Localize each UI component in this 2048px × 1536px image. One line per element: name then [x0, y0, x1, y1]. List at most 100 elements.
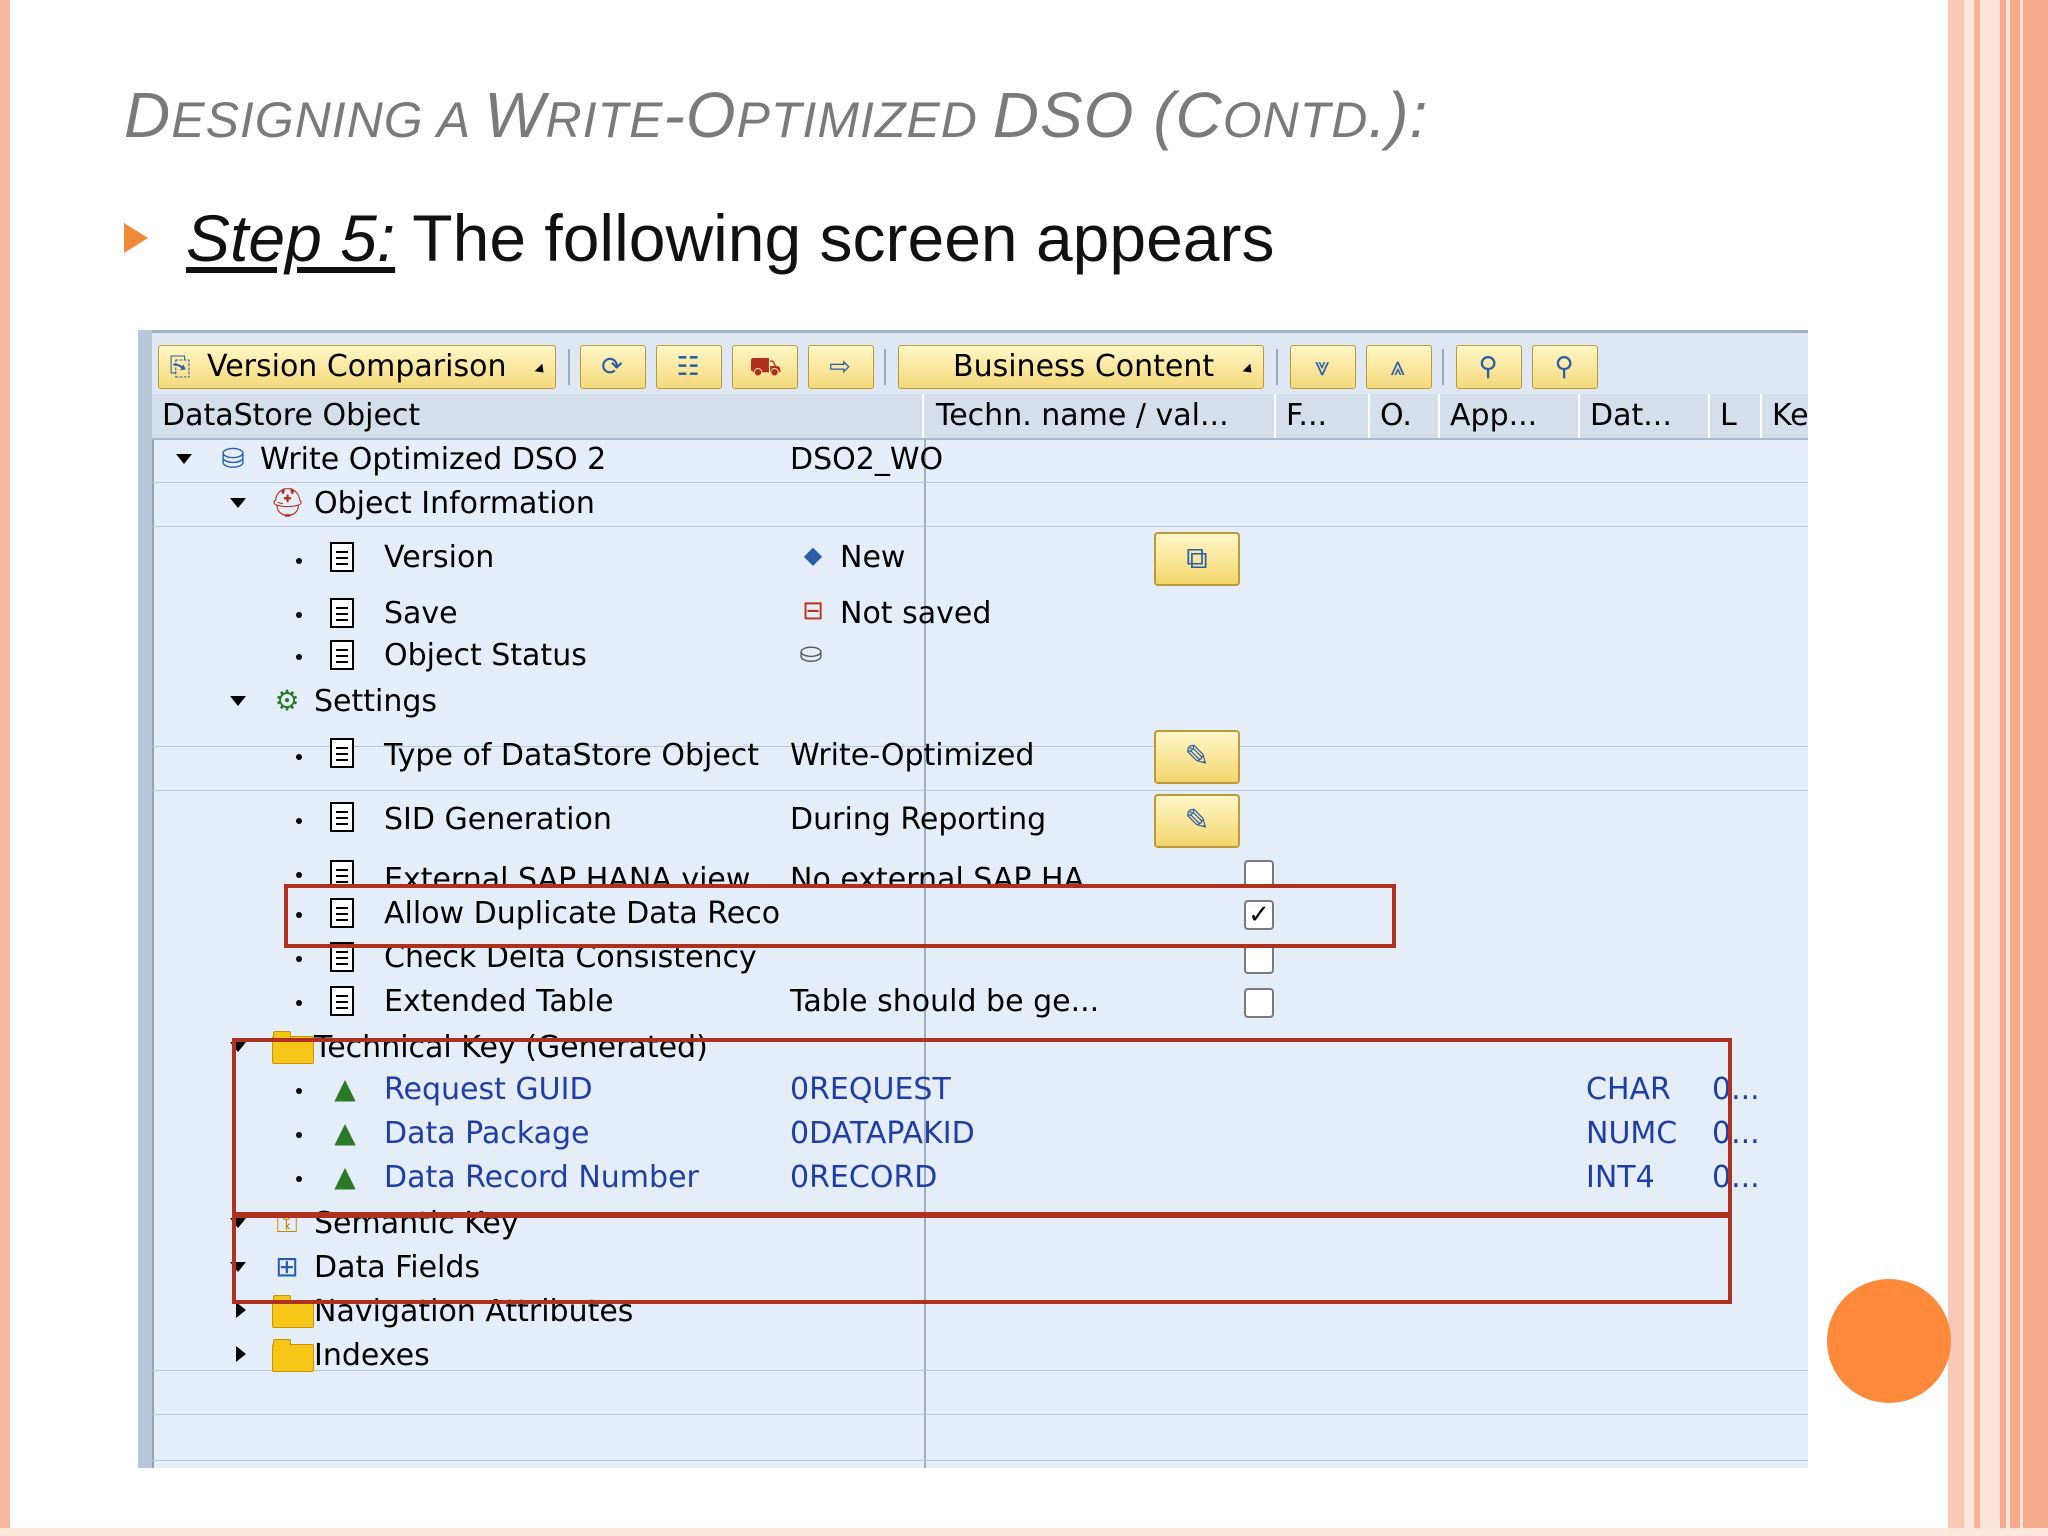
toolbar-separator	[1276, 349, 1278, 385]
business-content-button[interactable]: Business Content	[898, 345, 1264, 389]
dso-cylinder-icon: ⛁	[221, 442, 245, 475]
hierarchy-icon: ☷	[676, 352, 700, 382]
tree-row-version[interactable]: Version ◆ New ⧉	[152, 526, 1808, 592]
col-app[interactable]: App...	[1440, 394, 1580, 438]
bullet-arrow-icon	[124, 222, 148, 253]
document-icon	[330, 986, 354, 1024]
step-label: Step 5:	[186, 201, 396, 275]
expand-arrow-icon[interactable]	[236, 1346, 246, 1362]
export-button[interactable]: ⇨	[808, 345, 874, 389]
check-delta-checkbox[interactable]	[1244, 944, 1274, 974]
extended-table-label: Extended Table	[384, 984, 614, 1019]
binoculars-icon: ⚲	[1478, 352, 1498, 382]
bullet-dot	[296, 818, 302, 824]
slide-right-stripe	[1948, 0, 1964, 1536]
save-value: Not saved	[840, 596, 992, 631]
version-comparison-label: Version Comparison	[207, 349, 507, 384]
refresh-button[interactable]: ⟳	[580, 345, 646, 389]
transport-button[interactable]: ⛟	[732, 345, 798, 389]
collapse-arrow-icon[interactable]	[176, 454, 192, 464]
type-label: Type of DataStore Object	[384, 738, 760, 773]
col-f[interactable]: F...	[1276, 394, 1370, 438]
tree-row-root[interactable]: ⛁ Write Optimized DSO 2 DSO2_WO	[152, 438, 1808, 482]
sid-value: During Reporting	[790, 802, 1047, 837]
tree-row-object-status[interactable]: Object Status ⛀	[152, 636, 1808, 680]
col-datastore-object[interactable]: DataStore Object	[152, 394, 924, 438]
bullet-dot	[296, 654, 302, 660]
find-button[interactable]: ⚲	[1456, 345, 1522, 389]
slide-right-stripe	[1964, 0, 1974, 1536]
column-header: DataStore Object Techn. name / val... F.…	[152, 394, 1808, 440]
type-value: Write-Optimized	[790, 738, 1035, 773]
tree-row-object-information[interactable]: ⛑ Object Information	[152, 482, 1808, 526]
slide-right-stripe	[2006, 0, 2010, 1536]
status-cylinder-icon: ⛀	[799, 636, 823, 669]
export-arrow-icon: ⇨	[829, 352, 851, 382]
binoculars-plus-icon: ⚲	[1554, 352, 1574, 382]
tree-row-type[interactable]: Type of DataStore Object Write-Optimized…	[152, 730, 1808, 796]
bullet-step-5: Step 5: The following screen appears	[124, 200, 1274, 276]
collapse-arrow-icon[interactable]	[230, 498, 246, 508]
hana-checkbox[interactable]	[1244, 860, 1274, 884]
collapse-all-button[interactable]: ⩓	[1366, 345, 1432, 389]
toolbar: ⎘ Version Comparison ⟳ ☷ ⛟ ⇨ Business Co…	[152, 330, 1808, 398]
dropdown-arrow-icon	[1242, 363, 1256, 377]
col-techn-name[interactable]: Techn. name / val...	[926, 394, 1276, 438]
bullet-dot	[296, 558, 302, 564]
sid-label: SID Generation	[384, 802, 612, 837]
bullet-dot	[296, 956, 302, 962]
extended-table-value: Table should be ge...	[790, 984, 1100, 1019]
expand-all-icon: ⩔	[1314, 352, 1330, 382]
tree-row-extended-table[interactable]: Extended Table Table should be ge...	[152, 982, 1808, 1026]
tree-row-sid[interactable]: SID Generation During Reporting ✎	[152, 794, 1808, 860]
step-text: The following screen appears	[395, 201, 1275, 275]
tree-row-indexes[interactable]: Indexes	[152, 1334, 1808, 1378]
sap-dso-editor: ⎘ Version Comparison ⟳ ☷ ⛟ ⇨ Business Co…	[138, 330, 1808, 1468]
version-comparison-button[interactable]: ⎘ Version Comparison	[158, 345, 556, 389]
bullet-dot	[296, 872, 302, 878]
extended-table-checkbox[interactable]	[1244, 988, 1274, 1018]
document-icon	[330, 542, 354, 580]
collapse-arrow-icon[interactable]	[230, 696, 246, 706]
decorative-circle	[1827, 1279, 1951, 1403]
toolbar-separator	[884, 349, 886, 385]
object-status-label: Object Status	[384, 638, 587, 673]
tree-row-settings[interactable]: ⚙ Settings	[152, 680, 1808, 724]
version-value: New	[840, 540, 906, 575]
highlight-allow-duplicate	[284, 884, 1396, 948]
settings-label: Settings	[314, 684, 438, 719]
save-label: Save	[384, 596, 458, 631]
find-next-button[interactable]: ⚲	[1532, 345, 1598, 389]
document-icon	[330, 802, 354, 840]
slide-left-border	[0, 0, 10, 1536]
slide-title: DESIGNING A WRITE-OPTIMIZED DSO (CONTD.)…	[124, 79, 1429, 151]
slide-right-stripe	[2020, 0, 2023, 1536]
document-icon	[330, 860, 354, 884]
expand-all-button[interactable]: ⩔	[1290, 345, 1356, 389]
version-comparison-icon: ⎘	[169, 352, 191, 382]
slide-right-stripe	[1980, 0, 2000, 1536]
bullet-dot	[296, 1000, 302, 1006]
highlight-technical-key	[232, 1038, 1732, 1216]
version-action-button[interactable]: ⧉	[1154, 532, 1240, 586]
highlight-semantic-data-fields	[232, 1214, 1732, 1304]
not-saved-icon: ⊟	[802, 596, 824, 626]
col-key[interactable]: Key ...	[1762, 394, 1808, 438]
document-icon	[330, 640, 354, 678]
refresh-icon: ⟳	[601, 352, 623, 382]
dropdown-arrow-icon	[534, 363, 548, 377]
document-icon	[330, 598, 354, 636]
col-dat[interactable]: Dat...	[1580, 394, 1710, 438]
col-l[interactable]: L	[1710, 394, 1762, 438]
tree-row-save[interactable]: Save ⊟ Not saved	[152, 592, 1808, 636]
edit-type-button[interactable]: ✎	[1154, 730, 1240, 784]
hierarchy-button[interactable]: ☷	[656, 345, 722, 389]
edit-sid-button[interactable]: ✎	[1154, 794, 1240, 848]
expand-arrow-icon[interactable]	[236, 1302, 246, 1318]
hana-value: No external SAP HA...	[790, 862, 1113, 884]
root-tech-name: DSO2_WO	[790, 442, 944, 477]
col-o[interactable]: O.	[1370, 394, 1440, 438]
diamond-icon: ◆	[803, 541, 823, 569]
object-info-icon: ⛑	[270, 486, 306, 519]
tree-row-hana[interactable]: External SAP HANA view No external SAP H…	[152, 858, 1808, 884]
